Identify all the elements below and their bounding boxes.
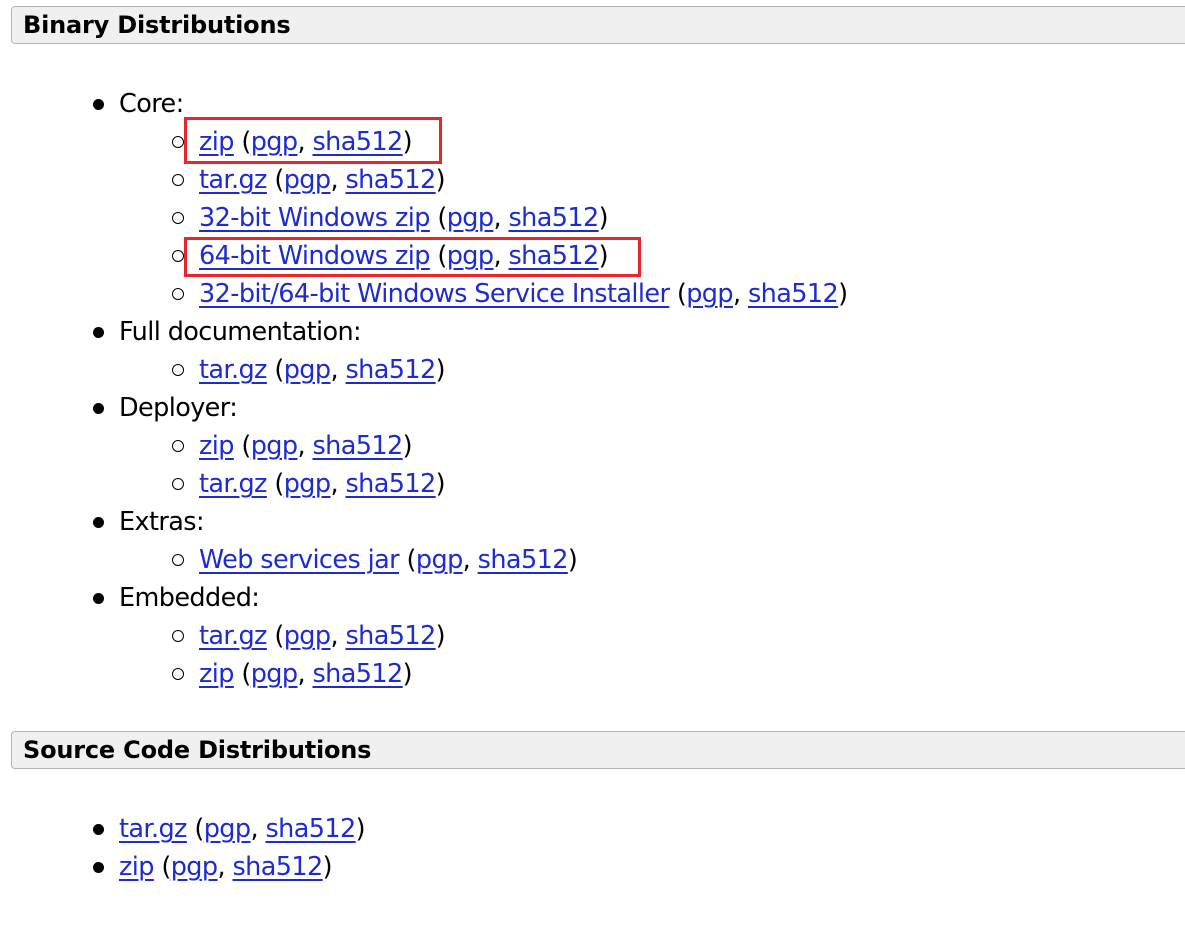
list-item: tar.gz (pgp, sha512) (172, 351, 446, 389)
download-link[interactable]: 32-bit Windows zip (199, 203, 430, 233)
group-core: Core: (93, 85, 184, 123)
group-embedded: Embedded: (93, 579, 260, 617)
sha512-link[interactable]: sha512 (313, 659, 404, 689)
circle-bullet-icon (172, 250, 184, 262)
circle-bullet-icon (172, 212, 184, 224)
binary-distributions-title: Binary Distributions (23, 11, 291, 39)
circle-bullet-icon (172, 364, 184, 376)
list-item: tar.gz (pgp, sha512) (172, 161, 446, 199)
circle-bullet-icon (172, 440, 184, 452)
group-extras: Extras: (93, 503, 205, 541)
pgp-link[interactable]: pgp (686, 279, 733, 309)
download-link[interactable]: tar.gz (199, 165, 267, 195)
list-item: tar.gz (pgp, sha512) (93, 810, 366, 848)
download-link[interactable]: tar.gz (199, 469, 267, 499)
source-distributions-header: Source Code Distributions (11, 731, 1185, 769)
list-item: tar.gz (pgp, sha512) (172, 617, 446, 655)
sha512-link[interactable]: sha512 (346, 621, 437, 651)
sha512-link[interactable]: sha512 (346, 165, 437, 195)
download-link[interactable]: tar.gz (199, 355, 267, 385)
list-item: zip (pgp, sha512) (93, 848, 333, 886)
list-item: zip (pgp, sha512) (172, 655, 413, 693)
circle-bullet-icon (172, 478, 184, 490)
sha512-link[interactable]: sha512 (346, 469, 437, 499)
source-distributions-title: Source Code Distributions (23, 736, 372, 764)
sha512-link[interactable]: sha512 (508, 203, 599, 233)
group-label: Full documentation: (119, 317, 362, 347)
highlight-box-64bit-windows-zip (184, 237, 641, 277)
download-link[interactable]: tar.gz (199, 621, 267, 651)
circle-bullet-icon (172, 136, 184, 148)
disc-bullet-icon (93, 403, 104, 414)
download-link[interactable]: zip (199, 431, 234, 461)
download-link[interactable]: zip (119, 852, 154, 882)
pgp-link[interactable]: pgp (251, 431, 298, 461)
list-item: 32-bit Windows zip (pgp, sha512) (172, 199, 609, 237)
pgp-link[interactable]: pgp (416, 545, 463, 575)
sha512-link[interactable]: sha512 (313, 431, 404, 461)
pgp-link[interactable]: pgp (284, 165, 331, 195)
sha512-link[interactable]: sha512 (233, 852, 324, 882)
pgp-link[interactable]: pgp (171, 852, 218, 882)
pgp-link[interactable]: pgp (284, 621, 331, 651)
sha512-link[interactable]: sha512 (478, 545, 569, 575)
pgp-link[interactable]: pgp (251, 659, 298, 689)
circle-bullet-icon (172, 174, 184, 186)
circle-bullet-icon (172, 554, 184, 566)
pgp-link[interactable]: pgp (284, 469, 331, 499)
download-link[interactable]: zip (199, 659, 234, 689)
circle-bullet-icon (172, 630, 184, 642)
disc-bullet-icon (93, 517, 104, 528)
disc-bullet-icon (93, 862, 104, 873)
sha512-link[interactable]: sha512 (748, 279, 839, 309)
list-item: Web services jar (pgp, sha512) (172, 541, 578, 579)
group-label: Extras: (119, 507, 205, 537)
circle-bullet-icon (172, 288, 184, 300)
sha512-link[interactable]: sha512 (346, 355, 437, 385)
pgp-link[interactable]: pgp (284, 355, 331, 385)
group-deployer: Deployer: (93, 389, 238, 427)
download-link[interactable]: 32-bit/64-bit Windows Service Installer (199, 279, 670, 309)
binary-distributions-header: Binary Distributions (11, 6, 1185, 44)
disc-bullet-icon (93, 593, 104, 604)
circle-bullet-icon (172, 668, 184, 680)
disc-bullet-icon (93, 99, 104, 110)
highlight-box-zip (184, 117, 442, 164)
sha512-link[interactable]: sha512 (266, 814, 357, 844)
group-label: Deployer: (119, 393, 238, 423)
group-label: Core: (119, 89, 184, 119)
download-link[interactable]: tar.gz (119, 814, 187, 844)
disc-bullet-icon (93, 327, 104, 338)
disc-bullet-icon (93, 824, 104, 835)
download-link[interactable]: Web services jar (199, 545, 400, 575)
pgp-link[interactable]: pgp (204, 814, 251, 844)
group-full-documentation: Full documentation: (93, 313, 362, 351)
pgp-link[interactable]: pgp (447, 203, 494, 233)
group-label: Embedded: (119, 583, 260, 613)
list-item: zip (pgp, sha512) (172, 427, 413, 465)
list-item: tar.gz (pgp, sha512) (172, 465, 446, 503)
list-item: 32-bit/64-bit Windows Service Installer … (172, 275, 848, 313)
